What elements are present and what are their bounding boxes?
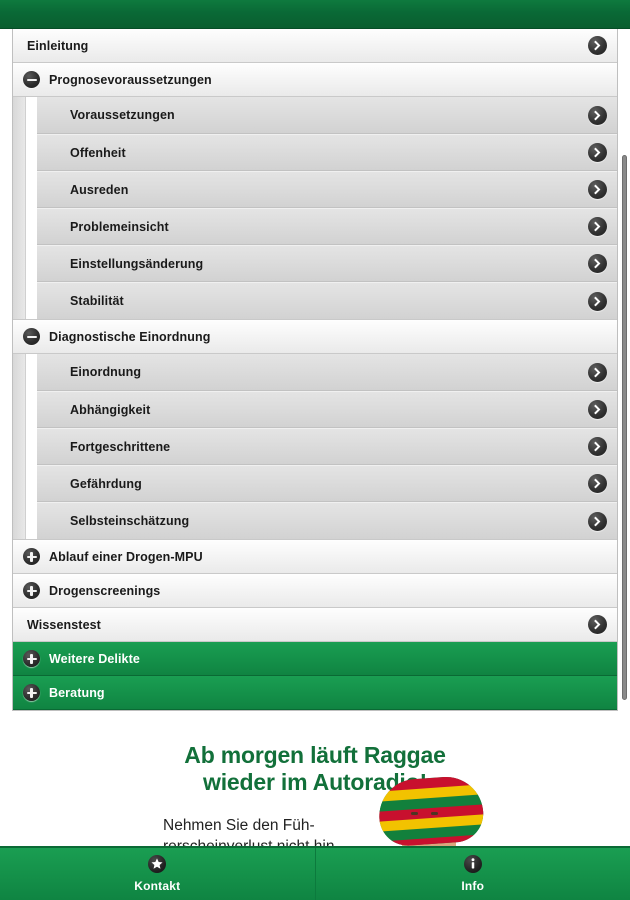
accordion-subitem-ausreden[interactable]: Ausreden	[37, 171, 617, 208]
chevron-right-icon[interactable]	[588, 474, 607, 493]
accordion-subitem-label: Voraussetzungen	[70, 108, 175, 122]
accordion-subitem-label: Offenheit	[70, 145, 126, 160]
accordion-item-beratung[interactable]: Beratung	[13, 676, 617, 710]
tab-label: Info	[461, 879, 485, 893]
accordion-item-label: Prognosevoraussetzungen	[49, 72, 212, 87]
photo-eye-left	[411, 812, 418, 815]
accordion-subitem-label: Gefährdung	[70, 476, 142, 491]
advertisement-banner[interactable]: Ab morgen läuft Raggae wieder im Autorad…	[0, 726, 630, 846]
accordion-subitem-gef-hrdung[interactable]: Gefährdung	[37, 465, 617, 502]
chevron-right-icon[interactable]	[588, 511, 607, 531]
expand-plus-icon[interactable]	[23, 684, 40, 701]
accordion-item-label: Drogenscreenings	[49, 583, 161, 598]
chevron-right-icon[interactable]	[588, 437, 607, 456]
tab-label: Kontakt	[134, 879, 181, 893]
accordion-subitem-problemeinsicht[interactable]: Problemeinsicht	[37, 208, 617, 245]
accordion-item-label: Wissenstest	[27, 617, 101, 632]
accordion-subitem-label: Ausreden	[70, 182, 129, 197]
accordion-subitem-group: Voraussetzungen Offenheit Ausreden Probleme…	[13, 97, 617, 320]
chevron-right-icon[interactable]	[588, 180, 607, 199]
accordion-subitem-einordnung[interactable]: Einordnung	[37, 354, 617, 391]
accordion-item-wissenstest[interactable]: Wissenstest	[13, 608, 617, 642]
accordion-item-einleitung[interactable]: Einleitung	[13, 29, 617, 63]
vertical-scrollbar[interactable]	[618, 29, 630, 846]
accordion-subitem-label: Einstellungsänderung	[70, 256, 204, 271]
scrollbar-thumb[interactable]	[622, 155, 627, 700]
accordion-item-drogenscreenings[interactable]: Drogenscreenings	[13, 574, 617, 608]
accordion-item-label: Beratung	[49, 685, 105, 700]
accordion-subitem-label: Selbsteinschätzung	[70, 514, 190, 528]
accordion-subitem-label: Fortgeschrittene	[70, 439, 171, 454]
accordion-item-weitere-delikte[interactable]: Weitere Delikte	[13, 642, 617, 676]
bottom-tab-bar: Kontakt Info	[0, 846, 630, 900]
ad-body-text: Nehmen Sie den Füh­rerscheinverlust nich…	[163, 817, 339, 846]
chevron-right-icon[interactable]	[588, 362, 607, 382]
ad-headline-line-2: wieder im Autoradio!	[203, 768, 427, 795]
accordion-subitem-selbsteinsch-tzung[interactable]: Selbsteinschätzung	[37, 502, 617, 539]
ad-headline: Ab morgen läuft Raggae wieder im Autorad…	[0, 742, 630, 795]
photo-eye-right	[431, 812, 438, 815]
chevron-right-icon[interactable]	[588, 36, 607, 55]
accordion-subitem-group: Einordnung Abhängigkeit Fortgeschrittene Ge…	[13, 354, 617, 540]
accordion-item-prognosevoraussetzungen[interactable]: Prognosevoraussetzungen	[13, 63, 617, 97]
accordion-subitem-abh-ngigkeit[interactable]: Abhängigkeit	[37, 391, 617, 428]
expand-plus-icon[interactable]	[23, 548, 40, 565]
accordion-subitem-offenheit[interactable]: Offenheit	[37, 134, 617, 171]
accordion-item-label: Weitere Delikte	[49, 651, 140, 666]
ad-headline-line-1: Ab morgen läuft Raggae	[184, 742, 446, 768]
chevron-right-icon[interactable]	[588, 400, 607, 419]
chevron-right-icon[interactable]	[588, 105, 607, 125]
accordion-item-label: Diagnostische Einordnung	[49, 329, 211, 344]
accordion-item-diagnostische-einordnung[interactable]: Diagnostische Einordnung	[13, 320, 617, 354]
accordion-item-label: Ablauf einer Drogen-MPU	[49, 549, 203, 564]
tab-info[interactable]: Info	[316, 848, 630, 900]
expand-plus-icon[interactable]	[23, 582, 40, 599]
accordion-subitem-fortgeschrittene[interactable]: Fortgeschrittene	[37, 428, 617, 465]
accordion-subitem-stabilit-t[interactable]: Stabilität	[37, 282, 617, 319]
chevron-right-icon[interactable]	[588, 217, 607, 236]
info-icon	[463, 855, 482, 873]
collapse-minus-icon[interactable]	[23, 71, 40, 88]
accordion-subitem-label: Einordnung	[70, 365, 142, 379]
chevron-right-icon[interactable]	[588, 254, 607, 273]
rasta-cap	[376, 774, 486, 846]
chevron-right-icon[interactable]	[588, 291, 607, 311]
chevron-right-icon[interactable]	[588, 143, 607, 162]
collapse-minus-icon[interactable]	[23, 328, 40, 345]
accordion-subitem-voraussetzungen[interactable]: Voraussetzungen	[37, 97, 617, 134]
tab-kontakt[interactable]: Kontakt	[0, 848, 316, 900]
star-icon	[148, 855, 167, 873]
accordion-subitem-einstellungs-nderung[interactable]: Einstellungsänderung	[37, 245, 617, 282]
scrollable-content[interactable]: Einleitung Prognosevoraussetzungen Vorauss…	[0, 29, 630, 846]
accordion-subitem-label: Abhängigkeit	[70, 402, 151, 417]
accordion-subitem-label: Stabilität	[70, 294, 124, 308]
app-header-bar	[0, 0, 630, 29]
app-root: Einleitung Prognosevoraussetzungen Vorauss…	[0, 0, 630, 900]
chevron-right-icon[interactable]	[588, 615, 607, 634]
man-with-rasta-cap-photo	[375, 774, 486, 846]
accordion-subitem-label: Problemeinsicht	[70, 219, 169, 234]
expand-plus-icon[interactable]	[23, 650, 40, 667]
accordion-item-label: Einleitung	[27, 38, 89, 53]
accordion-item-ablauf-einer-drogen-mpu[interactable]: Ablauf einer Drogen-MPU	[13, 540, 617, 574]
accordion-list: Einleitung Prognosevoraussetzungen Vorauss…	[12, 29, 618, 711]
